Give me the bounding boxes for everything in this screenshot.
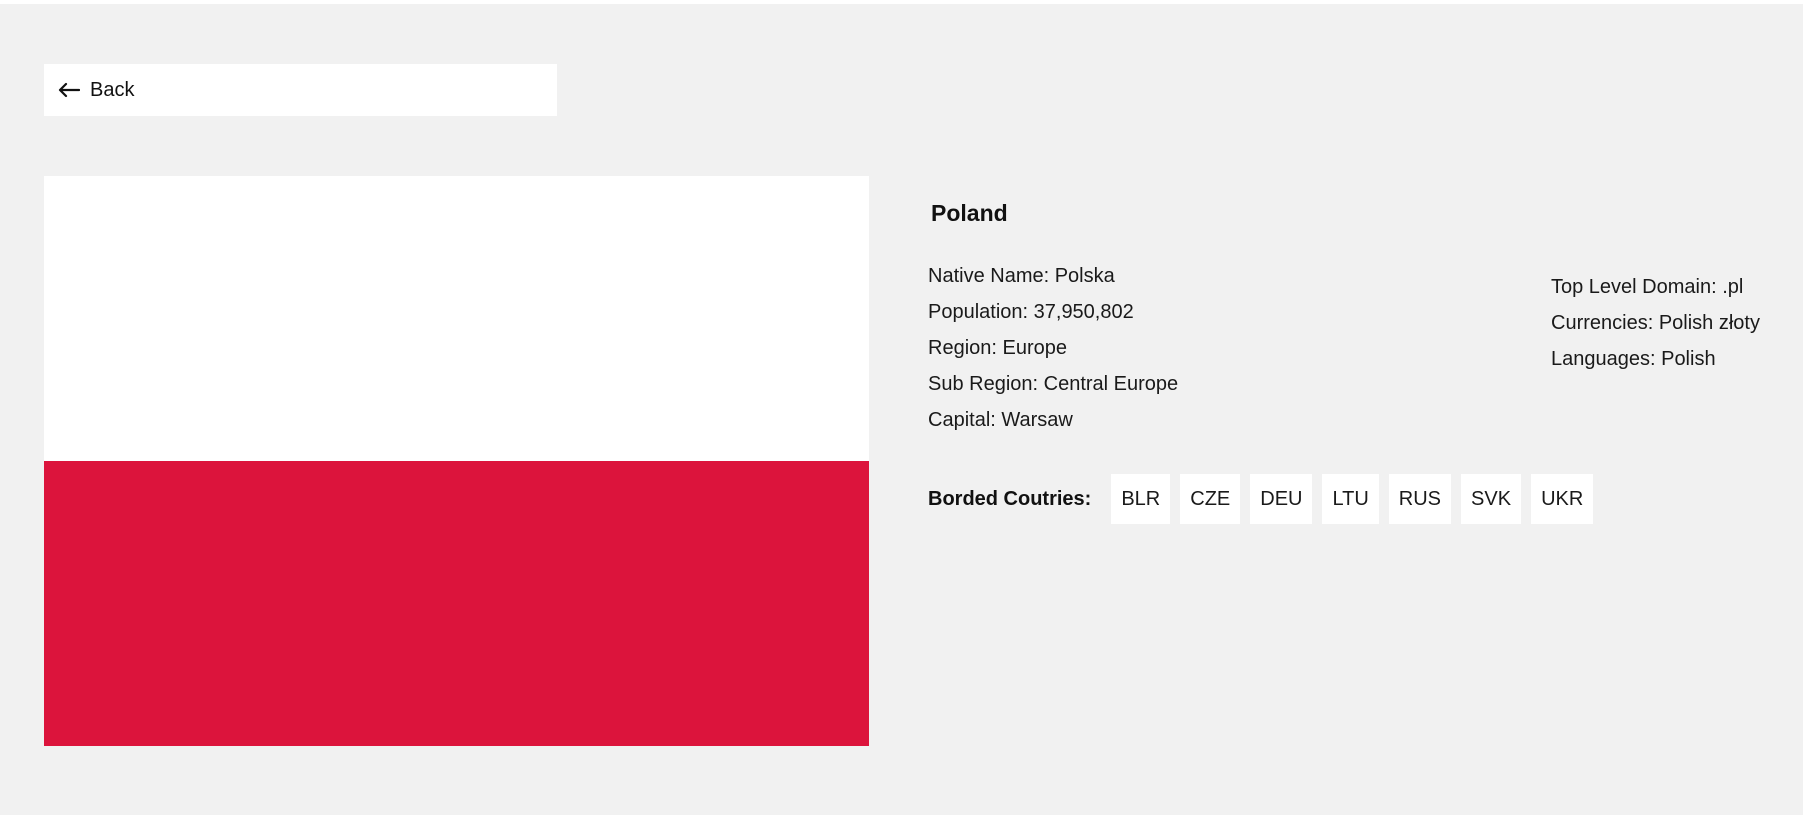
- border-country-button[interactable]: SVK: [1461, 474, 1522, 524]
- top-level-domain-info: Top Level Domain: .pl: [1551, 276, 1744, 298]
- country-flag: [44, 176, 869, 746]
- arrow-left-icon: [58, 82, 80, 98]
- currencies-info: Currencies: Polish złoty: [1551, 312, 1760, 334]
- country-name: Poland: [931, 200, 1008, 226]
- flag-red-stripe: [44, 461, 869, 746]
- page-background: Back Poland Native Name: Polska Populati…: [0, 4, 1803, 815]
- info-column-secondary: Top Level Domain: .pl Currencies: Polish…: [1551, 269, 1760, 377]
- region-info: Region: Europe: [928, 337, 1067, 359]
- back-button-label: Back: [90, 78, 135, 101]
- back-button[interactable]: Back: [44, 64, 557, 116]
- border-country-button[interactable]: RUS: [1388, 474, 1452, 524]
- flag-white-stripe: [44, 176, 869, 461]
- info-column-primary: Native Name: Polska Population: 37,950,8…: [928, 258, 1178, 438]
- population-info: Population: 37,950,802: [928, 301, 1134, 323]
- border-country-button[interactable]: BLR: [1111, 474, 1171, 524]
- languages-info: Languages: Polish: [1551, 348, 1716, 370]
- border-countries: Borded Coutries: BLR CZE DEU LTU RUS SVK…: [928, 474, 1603, 524]
- border-country-button[interactable]: LTU: [1322, 474, 1379, 524]
- border-country-button[interactable]: UKR: [1531, 474, 1594, 524]
- border-country-button[interactable]: CZE: [1180, 474, 1241, 524]
- border-countries-label: Borded Coutries:: [928, 487, 1092, 510]
- native-name-info: Native Name: Polska: [928, 265, 1115, 287]
- sub-region-info: Sub Region: Central Europe: [928, 373, 1179, 395]
- capital-info: Capital: Warsaw: [928, 409, 1073, 431]
- border-country-button[interactable]: DEU: [1250, 474, 1313, 524]
